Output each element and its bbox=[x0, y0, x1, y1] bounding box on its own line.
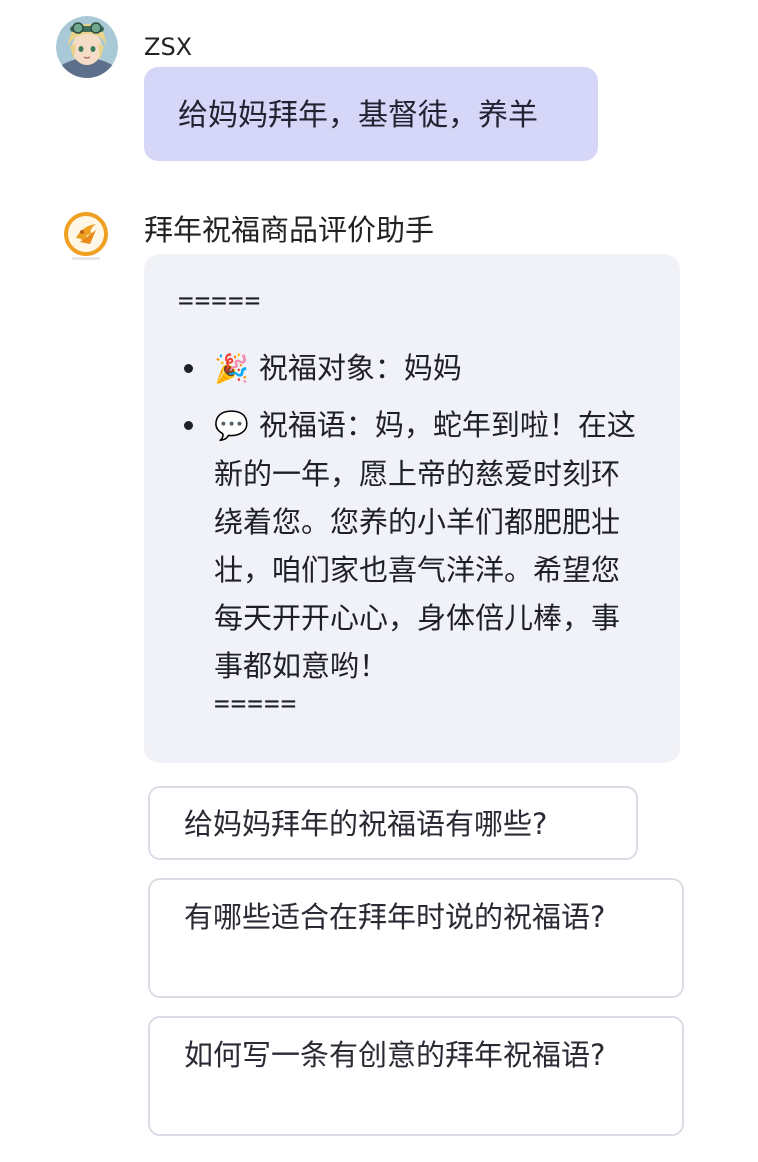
speech-bubble-icon: 💬 bbox=[214, 409, 249, 442]
user-avatar[interactable] bbox=[56, 16, 118, 78]
separator-top: ===== bbox=[178, 286, 262, 316]
bot-avatar[interactable] bbox=[62, 210, 110, 262]
separator-bottom: ===== bbox=[214, 689, 298, 719]
anime-avatar-icon bbox=[56, 16, 118, 78]
suggestion-chip[interactable]: 给妈妈拜年的祝福语有哪些? bbox=[148, 786, 638, 860]
user-message-bubble: 给妈妈拜年，基督徒，养羊 bbox=[144, 67, 598, 161]
list-item-text: 祝福对象：妈妈 bbox=[258, 351, 462, 385]
party-popper-icon: 🎉 bbox=[214, 352, 249, 385]
list-item-text: 祝福语：妈，蛇年到啦！在这新的一年，愿上帝的慈爱时刻环绕着您。您养的小羊们都肥肥… bbox=[214, 408, 636, 683]
suggestion-chip[interactable]: 有哪些适合在拜年时说的祝福语? bbox=[148, 878, 684, 998]
list-item: 💬 祝福语：妈，蛇年到啦！在这新的一年，愿上帝的慈爱时刻环绕着您。您养的小羊们都肥… bbox=[178, 401, 646, 690]
bot-name: 拜年祝福商品评价助手 bbox=[144, 213, 435, 247]
bullet-list: 🎉 祝福对象：妈妈 💬 祝福语：妈，蛇年到啦！在这新的一年，愿上帝的慈爱时刻环绕着您… bbox=[178, 344, 646, 690]
fire-logo-icon bbox=[64, 212, 108, 260]
user-name: ZSX bbox=[144, 33, 193, 61]
suggestion-chip[interactable]: 如何写一条有创意的拜年祝福语? bbox=[148, 1016, 684, 1136]
bot-message-bubble: ===== 🎉 祝福对象：妈妈 💬 祝福语：妈，蛇年到啦！在这新的一年，愿上帝的慈爱… bbox=[144, 254, 680, 763]
list-item: 🎉 祝福对象：妈妈 bbox=[178, 344, 646, 393]
